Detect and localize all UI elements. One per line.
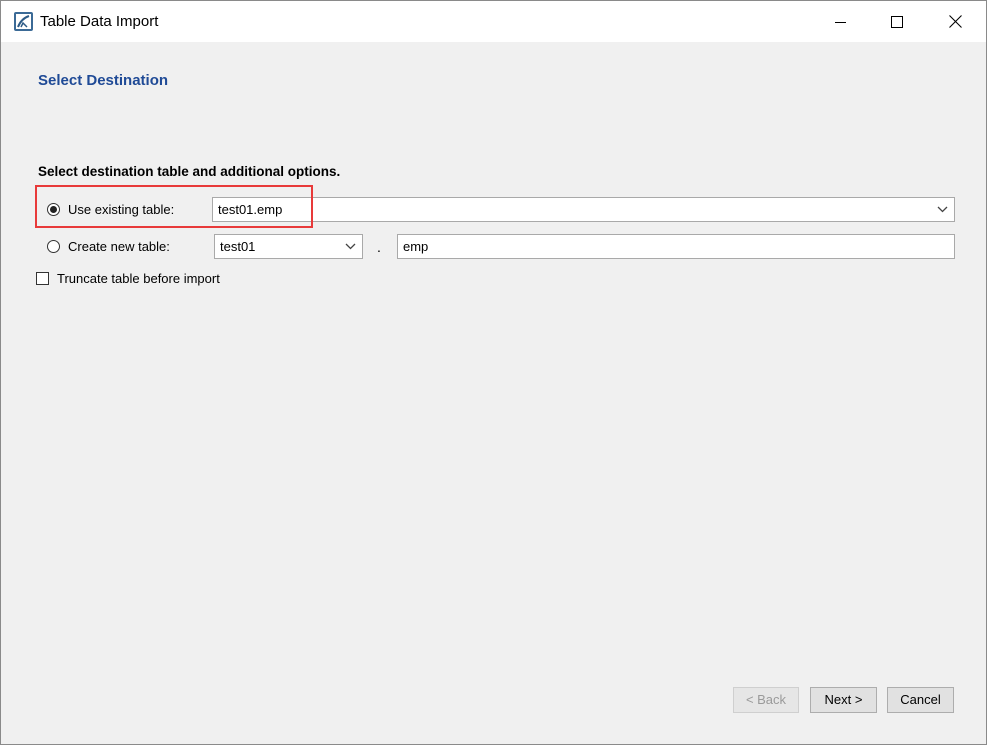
chevron-down-icon[interactable] [937, 206, 948, 213]
truncate-table-checkbox-row[interactable]: Truncate table before import [36, 271, 220, 286]
radio-button-unchecked[interactable] [47, 239, 60, 253]
truncate-table-label: Truncate table before import [57, 271, 220, 286]
next-button[interactable]: Next > [810, 687, 877, 713]
truncate-table-checkbox[interactable] [36, 272, 49, 285]
schema-combobox[interactable]: test01 [214, 234, 363, 259]
minimize-button[interactable] [812, 1, 870, 42]
create-new-table-radio[interactable]: Create new table: [47, 235, 170, 257]
use-existing-table-label: Use existing table: [68, 201, 175, 217]
radio-button-checked[interactable] [47, 202, 60, 216]
title-bar[interactable]: Table Data Import [1, 1, 986, 42]
import-dialog-window: Table Data Import Select Destination Sel… [0, 0, 987, 745]
page-heading: Select Destination [38, 72, 169, 89]
use-existing-table-radio[interactable]: Use existing table: [47, 198, 174, 220]
mysql-workbench-icon [14, 12, 33, 31]
cancel-button[interactable]: Cancel [887, 687, 954, 713]
window-title: Table Data Import [40, 13, 159, 30]
schema-value: test01 [220, 239, 256, 254]
schema-table-separator: . [377, 239, 381, 255]
new-table-name-value: emp [403, 239, 429, 254]
new-table-name-input[interactable]: emp [397, 234, 955, 259]
back-button[interactable]: < Back [733, 687, 799, 713]
existing-table-value: test01.emp [218, 202, 283, 217]
close-icon [948, 15, 962, 28]
minimize-icon [835, 21, 846, 23]
chevron-down-icon[interactable] [345, 243, 356, 250]
close-button[interactable] [926, 1, 984, 42]
maximize-button[interactable] [868, 1, 926, 42]
section-label: Select destination table and additional … [38, 164, 341, 179]
create-new-table-label: Create new table: [68, 238, 170, 254]
existing-table-combobox[interactable]: test01.emp [212, 197, 955, 222]
maximize-icon [891, 15, 903, 28]
